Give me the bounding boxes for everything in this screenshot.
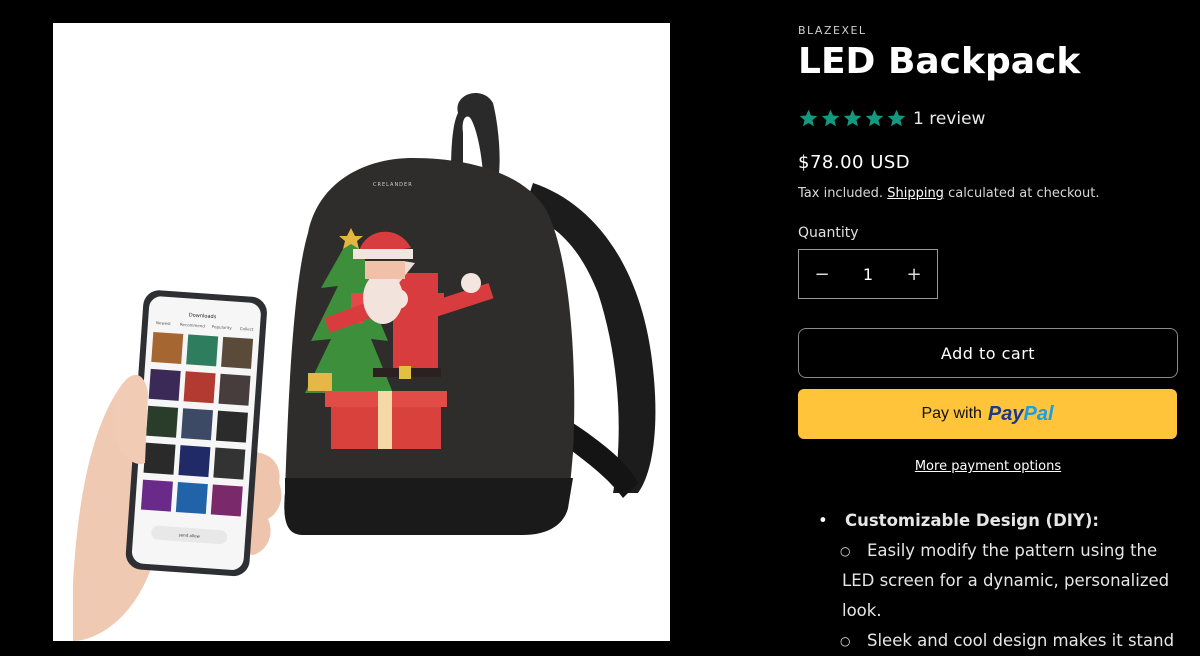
phone-tab-newest: Newest bbox=[156, 320, 172, 326]
feature-item: ○ Easily modify the pattern using the bbox=[818, 536, 1178, 566]
feature-item: ○ Sleek and cool design makes it stand bbox=[818, 626, 1178, 656]
tax-prefix: Tax included. bbox=[798, 186, 884, 201]
circle-bullet-icon: ○ bbox=[840, 634, 851, 648]
paypal-logo: PayPal bbox=[987, 402, 1054, 425]
quantity-stepper: − 1 + bbox=[798, 249, 938, 299]
bag-brand-label: CRELANDER bbox=[373, 182, 413, 188]
feature-text-line: LED screen for a dynamic, personalized bbox=[842, 571, 1170, 590]
paypal-prefix: Pay with bbox=[921, 405, 982, 422]
product-image[interactable]: CRELANDER Downloads Newest Recommend Pop… bbox=[53, 23, 670, 641]
more-payment-options-link[interactable]: More payment options bbox=[798, 459, 1178, 474]
shipping-link[interactable]: Shipping bbox=[887, 186, 944, 201]
decrease-quantity-button[interactable]: − bbox=[799, 250, 845, 298]
feature-text-line: Easily modify the pattern using the bbox=[867, 541, 1158, 560]
star-icon bbox=[865, 109, 884, 127]
quantity-input[interactable]: 1 bbox=[863, 265, 873, 284]
review-count[interactable]: 1 review bbox=[913, 109, 985, 129]
feature-text-line: Sleek and cool design makes it stand bbox=[867, 631, 1175, 650]
add-to-cart-button[interactable]: Add to cart bbox=[798, 328, 1178, 378]
product-description: Customizable Design (DIY): ○ Easily modi… bbox=[818, 506, 1178, 656]
paypal-button[interactable]: Pay with PayPal bbox=[798, 389, 1177, 439]
increase-quantity-button[interactable]: + bbox=[891, 250, 937, 298]
vendor-label: BLAZEXEL bbox=[798, 24, 867, 37]
tax-note: Tax included. Shipping calculated at che… bbox=[798, 186, 1099, 201]
star-icon bbox=[843, 109, 862, 127]
star-icon bbox=[887, 109, 906, 127]
feature-text-line: look. bbox=[842, 601, 882, 620]
phone-tab-collect: Collect bbox=[240, 326, 254, 332]
product-title: LED Backpack bbox=[798, 41, 1081, 82]
star-icon bbox=[821, 109, 840, 127]
feature-heading: Customizable Design (DIY): bbox=[818, 506, 1178, 536]
price: $78.00 USD bbox=[798, 152, 911, 173]
circle-bullet-icon: ○ bbox=[840, 544, 851, 558]
rating[interactable]: 1 review bbox=[798, 108, 985, 129]
quantity-label: Quantity bbox=[798, 225, 859, 241]
star-icon bbox=[799, 109, 818, 127]
tax-suffix: calculated at checkout. bbox=[948, 186, 1100, 201]
rating-stars bbox=[798, 108, 907, 129]
